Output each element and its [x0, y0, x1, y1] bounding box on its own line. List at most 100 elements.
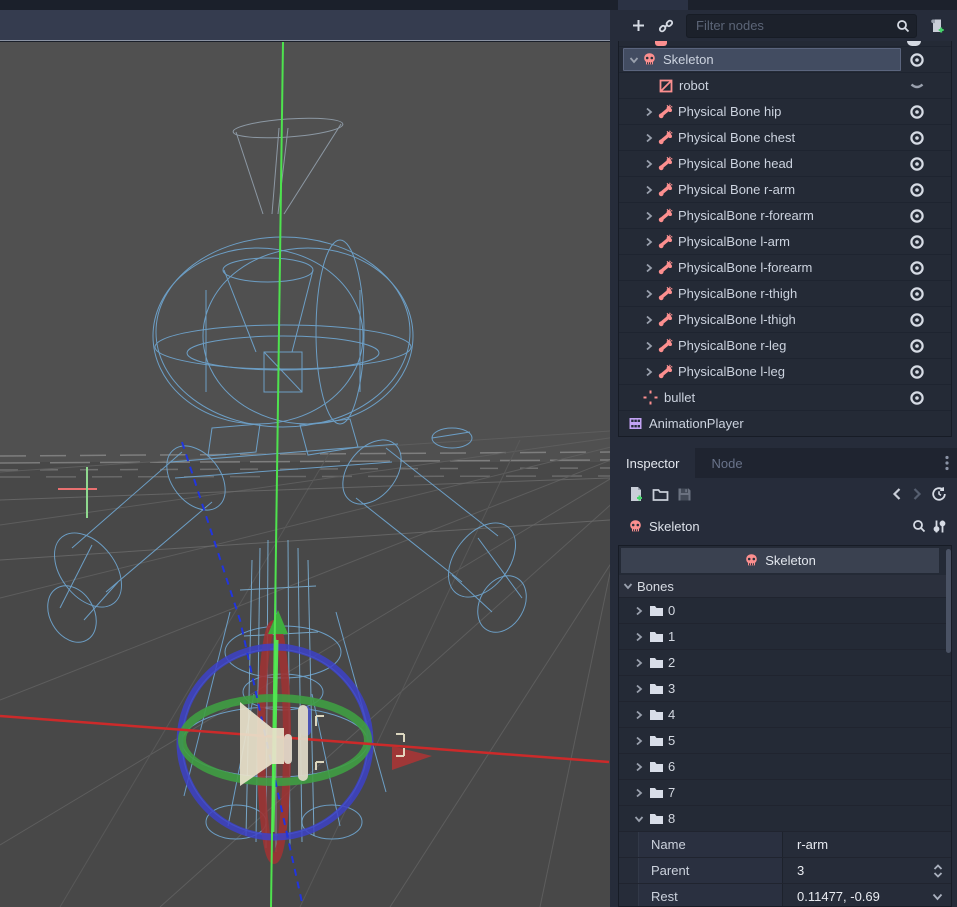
- history-back-icon[interactable]: [891, 487, 903, 501]
- category-bones[interactable]: Bones: [619, 575, 951, 598]
- property-row-rest: Rest0.11477, -0.69: [619, 884, 951, 907]
- bone-index-label: 6: [668, 759, 675, 774]
- bone-folder-5[interactable]: 5: [619, 728, 951, 754]
- viewport-panel: [0, 0, 610, 907]
- folder-icon: [649, 682, 664, 695]
- visibility-eye-icon[interactable]: [909, 234, 925, 250]
- physical-bone-icon: [656, 260, 673, 276]
- tree-node-robot[interactable]: robot: [619, 73, 951, 99]
- dock-menu-icon[interactable]: [945, 455, 949, 471]
- instance-scene-button[interactable]: [654, 14, 678, 38]
- property-value-name[interactable]: r-arm: [782, 832, 951, 857]
- bone-folder-8[interactable]: 8: [619, 806, 951, 832]
- expand-chevron-icon[interactable]: [642, 315, 656, 325]
- visibility-eye-icon[interactable]: [909, 364, 925, 380]
- node-label: Physical Bone head: [678, 156, 793, 171]
- physical-bone-icon: [656, 364, 673, 380]
- visibility-eye-icon[interactable]: [909, 52, 925, 68]
- filter-nodes-box: [686, 14, 917, 38]
- bone-folder-1[interactable]: 1: [619, 624, 951, 650]
- object-tools-icon[interactable]: [932, 519, 947, 534]
- search-properties-icon[interactable]: [912, 519, 926, 533]
- tree-node-physicalbone-l-arm[interactable]: PhysicalBone l-arm: [619, 229, 951, 255]
- bone-folder-7[interactable]: 7: [619, 780, 951, 806]
- history-icon[interactable]: [931, 486, 947, 502]
- value-spinner-icon[interactable]: [933, 864, 943, 878]
- expand-chevron-icon[interactable]: [633, 684, 645, 694]
- tree-node-physical-bone-r-arm[interactable]: Physical Bone r-arm: [619, 177, 951, 203]
- bone-folder-0[interactable]: 0: [619, 598, 951, 624]
- expand-chevron-icon[interactable]: [633, 710, 645, 720]
- property-label: Rest: [639, 884, 782, 907]
- expand-chevron-icon[interactable]: [642, 289, 656, 299]
- tree-node-bullet[interactable]: bullet: [619, 385, 951, 411]
- expand-chevron-icon[interactable]: [633, 606, 645, 616]
- visibility-eye-icon[interactable]: [909, 286, 925, 302]
- expand-chevron-icon[interactable]: [633, 658, 645, 668]
- physical-bone-icon: [656, 104, 673, 120]
- property-value-rest[interactable]: 0.11477, -0.69: [782, 884, 951, 907]
- expand-chevron-icon[interactable]: [642, 367, 656, 377]
- expand-chevron-icon[interactable]: [642, 237, 656, 247]
- bone-folder-3[interactable]: 3: [619, 676, 951, 702]
- tree-node-physicalbone-r-thigh[interactable]: PhysicalBone r-thigh: [619, 281, 951, 307]
- tab-inspector[interactable]: Inspector: [610, 448, 695, 478]
- expand-chevron-icon[interactable]: [642, 159, 656, 169]
- 3d-viewport-canvas[interactable]: [0, 42, 610, 907]
- filter-nodes-input[interactable]: [696, 18, 896, 33]
- tree-node-physicalbone-r-leg[interactable]: PhysicalBone r-leg: [619, 333, 951, 359]
- tree-node-physical-bone-head[interactable]: Physical Bone head: [619, 151, 951, 177]
- visibility-eye-icon[interactable]: [909, 182, 925, 198]
- new-resource-icon[interactable]: [628, 486, 644, 502]
- tree-node-skeleton[interactable]: Skeleton: [619, 47, 951, 73]
- value-dropdown-icon[interactable]: [932, 893, 943, 901]
- inspector-properties: Skeleton Bones 012345678 Namer-armParent…: [618, 545, 952, 907]
- add-node-button[interactable]: [626, 14, 650, 38]
- expand-chevron-icon[interactable]: [642, 263, 656, 273]
- visibility-eye-icon[interactable]: [909, 104, 925, 120]
- expand-chevron-icon[interactable]: [633, 788, 645, 798]
- visibility-eye-icon[interactable]: [909, 260, 925, 276]
- expand-chevron-icon[interactable]: [642, 211, 656, 221]
- tree-node-physicalbone-l-thigh[interactable]: PhysicalBone l-thigh: [619, 307, 951, 333]
- tab-node[interactable]: Node: [695, 448, 758, 478]
- visibility-eye-icon[interactable]: [909, 390, 925, 406]
- chevron-down-icon: [623, 581, 633, 591]
- physical-bone-icon: [656, 130, 673, 146]
- open-instance-chevron-icon[interactable]: [909, 78, 925, 94]
- collapse-chevron-icon[interactable]: [633, 814, 645, 824]
- bone-folder-4[interactable]: 4: [619, 702, 951, 728]
- tree-node-physicalbone-l-forearm[interactable]: PhysicalBone l-forearm: [619, 255, 951, 281]
- attach-script-button[interactable]: [925, 14, 949, 38]
- bone-folder-2[interactable]: 2: [619, 650, 951, 676]
- tree-node-physical-bone-chest[interactable]: Physical Bone chest: [619, 125, 951, 151]
- save-resource-icon[interactable]: [677, 487, 692, 502]
- expand-chevron-icon[interactable]: [633, 736, 645, 746]
- expand-chevron-icon[interactable]: [633, 762, 645, 772]
- inspector-scrollbar[interactable]: [946, 549, 951, 653]
- tree-node-physicalbone-l-leg[interactable]: PhysicalBone l-leg: [619, 359, 951, 385]
- expand-chevron-icon[interactable]: [642, 185, 656, 195]
- expand-chevron-icon[interactable]: [642, 341, 656, 351]
- scene-tab-stub[interactable]: [618, 0, 688, 10]
- expand-chevron-icon[interactable]: [642, 133, 656, 143]
- visibility-eye-icon[interactable]: [909, 312, 925, 328]
- scene-dock-toolbar: [610, 10, 957, 41]
- visibility-eye-icon[interactable]: [909, 338, 925, 354]
- load-resource-folder-icon[interactable]: [652, 487, 669, 502]
- tree-node-physical-bone-hip[interactable]: Physical Bone hip: [619, 99, 951, 125]
- expand-chevron-icon[interactable]: [633, 632, 645, 642]
- visibility-eye-icon[interactable]: [909, 130, 925, 146]
- expand-chevron-icon[interactable]: [642, 107, 656, 117]
- physical-bone-icon: [656, 338, 673, 354]
- node-label: Physical Bone r-arm: [678, 182, 795, 197]
- visibility-eye-icon[interactable]: [909, 156, 925, 172]
- tree-node-physicalbone-r-forearm[interactable]: PhysicalBone r-forearm: [619, 203, 951, 229]
- history-forward-icon[interactable]: [911, 487, 923, 501]
- tree-node-animationplayer[interactable]: AnimationPlayer: [619, 411, 951, 437]
- mesh-instance-icon: [657, 79, 674, 93]
- visibility-eye-icon[interactable]: [909, 208, 925, 224]
- collapse-chevron-icon[interactable]: [627, 55, 641, 65]
- property-value-parent[interactable]: 3: [782, 858, 951, 883]
- bone-folder-6[interactable]: 6: [619, 754, 951, 780]
